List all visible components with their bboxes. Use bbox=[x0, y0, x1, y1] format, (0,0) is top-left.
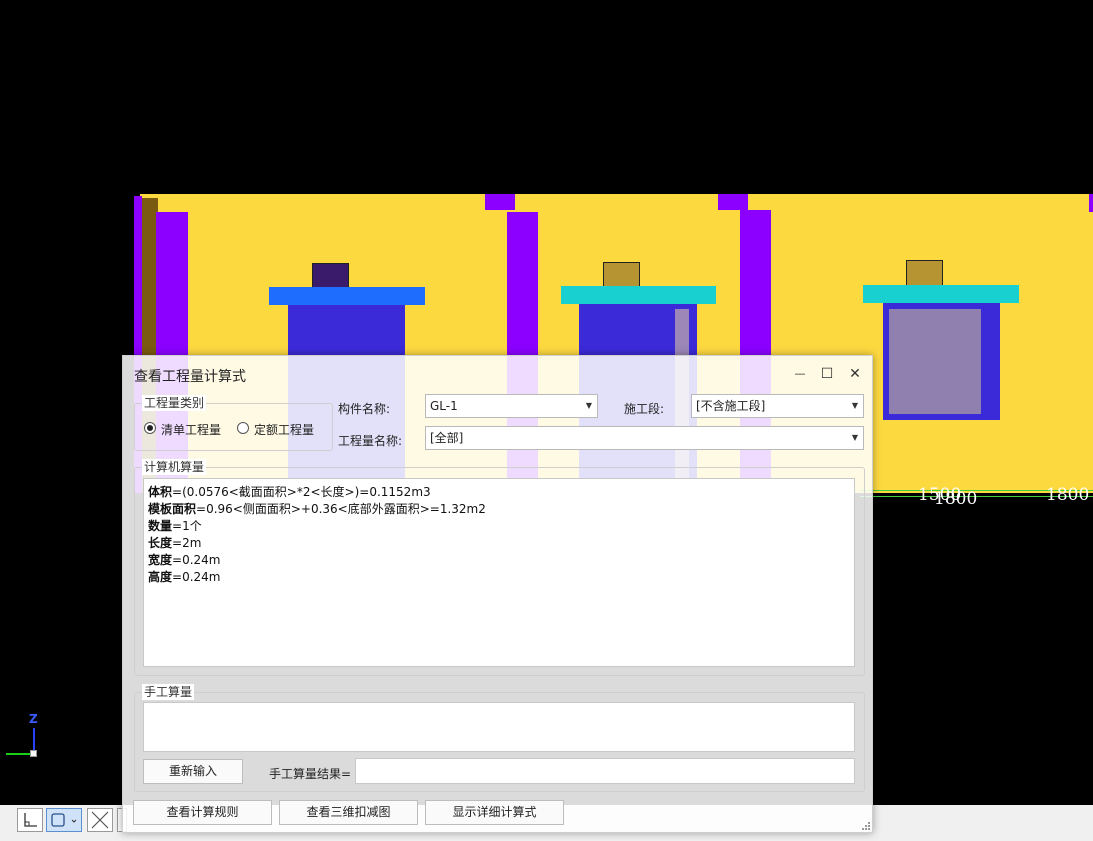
radio-bill-quantity[interactable]: 清单工程量 bbox=[144, 421, 229, 437]
manual-result-label: 手工算量结果= bbox=[269, 767, 352, 781]
radio-bill-quantity-dot[interactable] bbox=[144, 422, 156, 434]
show-detail-button[interactable]: 显示详细计算式 bbox=[425, 800, 564, 825]
dialog-title: 查看工程量计算式 bbox=[134, 369, 246, 385]
dimension-label: 1800 bbox=[934, 489, 978, 509]
category-group: 工程量类别 清单工程量 定额工程量 bbox=[134, 395, 333, 451]
component-name-value: GL-1 bbox=[430, 399, 458, 413]
formula-line: 宽度=0.24m bbox=[148, 553, 221, 567]
category-legend: 工程量类别 bbox=[142, 395, 207, 411]
close-button[interactable]: ✕ bbox=[844, 363, 866, 385]
axis-x-line bbox=[6, 753, 33, 755]
lintel-2 bbox=[561, 286, 716, 304]
radio-norm-quantity-dot[interactable] bbox=[237, 422, 249, 434]
construction-stage-value: [不含施工段] bbox=[696, 399, 766, 413]
select-box-button[interactable] bbox=[46, 808, 82, 832]
chevron-down-icon: ▼ bbox=[585, 401, 592, 410]
construction-stage-select[interactable]: [不含施工段] ▼ bbox=[691, 394, 864, 418]
resize-grip-icon[interactable] bbox=[861, 821, 871, 831]
component-name-select[interactable]: GL-1 ▼ bbox=[425, 394, 598, 418]
formula-line: 模板面积=0.96<侧面面积>+0.36<底部外露面积>=1.32m2 bbox=[148, 502, 486, 516]
radio-norm-quantity-label: 定额工程量 bbox=[254, 423, 315, 437]
lintel-1 bbox=[269, 287, 425, 305]
formula-line: 长度=2m bbox=[148, 536, 202, 550]
axis-view-icon bbox=[24, 813, 37, 827]
maximize-button[interactable]: ☐ bbox=[816, 363, 838, 385]
view-3d-button[interactable]: 查看三维扣减图 bbox=[279, 800, 418, 825]
minimize-button[interactable]: — bbox=[789, 363, 811, 385]
formula-line: 数量=1个 bbox=[148, 519, 202, 533]
axis-origin bbox=[30, 750, 37, 757]
axis-view-button[interactable] bbox=[17, 808, 43, 832]
quantity-name-value: [全部] bbox=[430, 431, 464, 445]
reenter-button[interactable]: 重新输入 bbox=[143, 759, 243, 784]
radio-bill-quantity-label: 清单工程量 bbox=[161, 423, 222, 437]
formula-line: 高度=0.24m bbox=[148, 570, 221, 584]
quantity-name-select[interactable]: [全部] ▼ bbox=[425, 426, 864, 450]
manual-calc-textarea[interactable] bbox=[143, 702, 855, 752]
view-rules-button[interactable]: 查看计算规则 bbox=[133, 800, 272, 825]
component-name-label: 构件名称: bbox=[338, 402, 391, 416]
axis-z-label: Z bbox=[29, 712, 38, 726]
construction-stage-label: 施工段: bbox=[624, 402, 665, 416]
chevron-down-icon: ▼ bbox=[851, 433, 858, 442]
quantity-name-label: 工程量名称: bbox=[338, 434, 403, 448]
computer-calc-textarea[interactable]: 体积=(0.0576<截面面积>*2<长度>)=0.1152m3 模板面积=0.… bbox=[143, 478, 855, 667]
clear-button[interactable] bbox=[87, 808, 113, 832]
dimension-label: 1800 bbox=[1046, 485, 1090, 505]
window-3-glass bbox=[889, 309, 981, 414]
computer-calc-legend: 计算机算量 bbox=[142, 459, 207, 475]
formula-line: 体积=(0.0576<截面面积>*2<长度>)=0.1152m3 bbox=[148, 485, 431, 499]
computer-calc-group: 计算机算量 体积=(0.0576<截面面积>*2<长度>)=0.1152m3 模… bbox=[134, 459, 865, 676]
select-box-icon bbox=[51, 813, 77, 827]
column-right bbox=[1089, 194, 1093, 212]
manual-calc-group: 手工算量 重新输入 手工算量结果= bbox=[134, 684, 865, 792]
chevron-down-icon: ▼ bbox=[851, 401, 858, 410]
manual-result-input[interactable] bbox=[355, 758, 855, 784]
lintel-3 bbox=[863, 285, 1019, 303]
radio-norm-quantity[interactable]: 定额工程量 bbox=[237, 421, 322, 437]
quantity-formula-dialog: 查看工程量计算式 — ☐ ✕ 工程量类别 清单工程量 定额工程量 构件名称: G… bbox=[122, 355, 873, 833]
axis-gizmo: Z bbox=[0, 712, 45, 762]
cross-icon bbox=[91, 811, 109, 829]
manual-calc-legend: 手工算量 bbox=[142, 684, 195, 700]
